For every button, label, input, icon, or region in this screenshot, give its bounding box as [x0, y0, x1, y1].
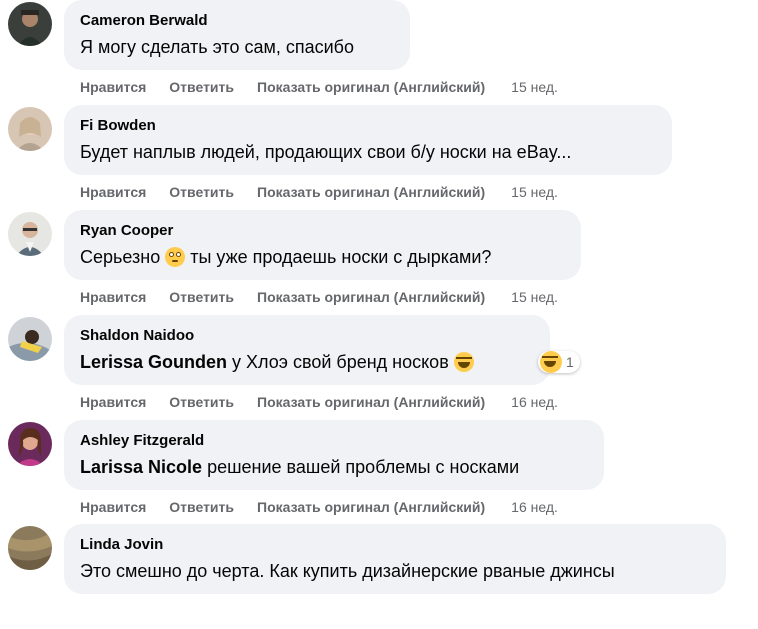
- comment-timestamp[interactable]: 15 нед.: [511, 79, 558, 95]
- show-original-button[interactable]: Показать оригинал (Английский): [257, 394, 485, 410]
- comment-body: Будет наплыв людей, продающих свои б/у н…: [80, 142, 572, 162]
- comment-text: Lerissa Gounden у Хлоэ свой бренд носков: [80, 350, 534, 374]
- reply-button[interactable]: Ответить: [169, 499, 234, 515]
- avatar[interactable]: [8, 422, 52, 466]
- comment-author[interactable]: Ashley Fitzgerald: [80, 431, 204, 450]
- comment-item: Ryan Cooper Серьезно ты уже продаешь нос…: [0, 210, 758, 315]
- comment-text: Это смешно до черта. Как купить дизайнер…: [80, 559, 710, 583]
- avatar[interactable]: [8, 317, 52, 361]
- like-button[interactable]: Нравится: [80, 289, 146, 305]
- comment-timestamp[interactable]: 16 нед.: [511, 394, 558, 410]
- like-button[interactable]: Нравится: [80, 79, 146, 95]
- reaction-badge[interactable]: 1: [538, 351, 580, 373]
- comment-author[interactable]: Fi Bowden: [80, 116, 156, 135]
- haha-reaction-icon: [540, 351, 562, 373]
- comment-actions: Нравится Ответить Показать оригинал (Анг…: [80, 391, 558, 413]
- comment-actions: Нравится Ответить Показать оригинал (Анг…: [80, 76, 558, 98]
- flushed-face-emoji: [165, 247, 186, 267]
- comment-actions: Нравится Ответить Показать оригинал (Анг…: [80, 496, 558, 518]
- comment-body: Это смешно до черта. Как купить дизайнер…: [80, 561, 615, 581]
- like-button[interactable]: Нравится: [80, 499, 146, 515]
- comment-bubble: Cameron Berwald Я могу сделать это сам, …: [64, 0, 410, 70]
- avatar[interactable]: [8, 107, 52, 151]
- comment-timestamp[interactable]: 15 нед.: [511, 184, 558, 200]
- reply-button[interactable]: Ответить: [169, 184, 234, 200]
- comment-author[interactable]: Shaldon Naidoo: [80, 326, 194, 345]
- comment-bubble: Shaldon Naidoo Lerissa Gounden у Хлоэ св…: [64, 315, 550, 385]
- comment-body: решение вашей проблемы с носками: [202, 457, 520, 477]
- comment-body: ты уже продаешь носки с дырками?: [185, 247, 492, 267]
- comment-timestamp[interactable]: 15 нед.: [511, 289, 558, 305]
- comment-actions: Нравится Ответить Показать оригинал (Анг…: [80, 286, 558, 308]
- show-original-button[interactable]: Показать оригинал (Английский): [257, 499, 485, 515]
- comment-item: Fi Bowden Будет наплыв людей, продающих …: [0, 105, 758, 210]
- comment-text: Серьезно ты уже продаешь носки с дырками…: [80, 245, 565, 269]
- reply-button[interactable]: Ответить: [169, 79, 234, 95]
- mention-link[interactable]: Lerissa Gounden: [80, 352, 227, 372]
- comment-author[interactable]: Linda Jovin: [80, 535, 163, 554]
- comment-bubble: Fi Bowden Будет наплыв людей, продающих …: [64, 105, 672, 175]
- avatar[interactable]: [8, 212, 52, 256]
- comment-bubble: Linda Jovin Это смешно до черта. Как куп…: [64, 524, 726, 594]
- comment-author[interactable]: Ryan Cooper: [80, 221, 173, 240]
- comment-text: Я могу сделать это сам, спасибо: [80, 35, 394, 59]
- reply-button[interactable]: Ответить: [169, 289, 234, 305]
- reaction-count: 1: [566, 354, 574, 370]
- comment-author[interactable]: Cameron Berwald: [80, 11, 208, 30]
- show-original-button[interactable]: Показать оригинал (Английский): [257, 79, 485, 95]
- comment-actions: Нравится Ответить Показать оригинал (Анг…: [80, 181, 558, 203]
- show-original-button[interactable]: Показать оригинал (Английский): [257, 289, 485, 305]
- like-button[interactable]: Нравится: [80, 394, 146, 410]
- comment-text: Будет наплыв людей, продающих свои б/у н…: [80, 140, 656, 164]
- reply-button[interactable]: Ответить: [169, 394, 234, 410]
- comment-body: Я могу сделать это сам, спасибо: [80, 37, 354, 57]
- like-button[interactable]: Нравится: [80, 184, 146, 200]
- comment-thread: Cameron Berwald Я могу сделать это сам, …: [0, 0, 758, 600]
- comment-item: Shaldon Naidoo Lerissa Gounden у Хлоэ св…: [0, 315, 758, 420]
- comment-bubble: Ashley Fitzgerald Larissa Nicole решение…: [64, 420, 604, 490]
- avatar[interactable]: [8, 526, 52, 570]
- comment-text: Larissa Nicole решение вашей проблемы с …: [80, 455, 588, 479]
- comment-item: Linda Jovin Это смешно до черта. Как куп…: [0, 524, 758, 629]
- laughing-tears-emoji: [453, 352, 474, 372]
- mention-link[interactable]: Larissa Nicole: [80, 457, 202, 477]
- avatar[interactable]: [8, 2, 52, 46]
- comment-body-prefix: Серьезно: [80, 247, 166, 267]
- comment-item: Ashley Fitzgerald Larissa Nicole решение…: [0, 420, 758, 525]
- comment-timestamp[interactable]: 16 нед.: [511, 499, 558, 515]
- comment-body: у Хлоэ свой бренд носков: [227, 352, 454, 372]
- comment-bubble: Ryan Cooper Серьезно ты уже продаешь нос…: [64, 210, 581, 280]
- comment-item: Cameron Berwald Я могу сделать это сам, …: [0, 0, 758, 105]
- show-original-button[interactable]: Показать оригинал (Английский): [257, 184, 485, 200]
